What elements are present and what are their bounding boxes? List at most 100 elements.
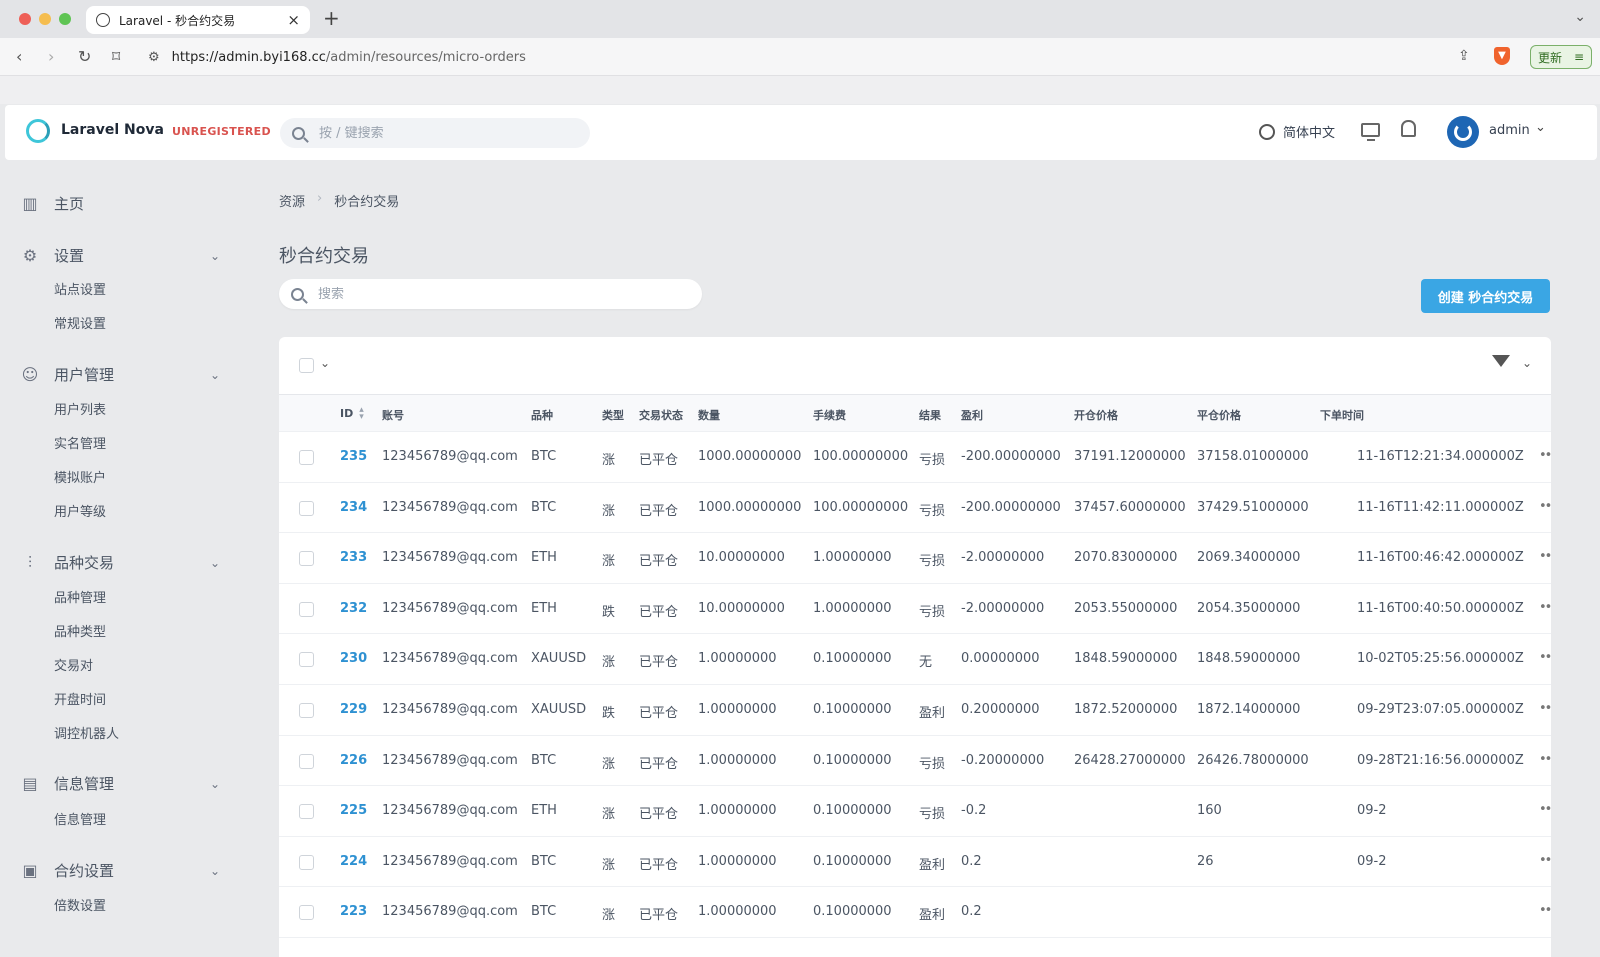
- forward-icon[interactable]: ›: [48, 47, 54, 66]
- row-id[interactable]: 226: [340, 753, 367, 768]
- row-checkbox[interactable]: [299, 601, 314, 617]
- row-checkbox[interactable]: [299, 450, 314, 465]
- sidebar-item-demo-accounts[interactable]: 模拟账户: [54, 467, 106, 486]
- user-avatar[interactable]: [1447, 116, 1479, 148]
- row-actions-icon[interactable]: •••: [1539, 549, 1551, 564]
- bookmark-icon[interactable]: ⌑: [112, 47, 120, 66]
- row-checkbox[interactable]: [299, 905, 314, 921]
- sidebar-item-user-levels[interactable]: 用户等级: [54, 501, 106, 520]
- table-row[interactable]: 230 123456789@qq.com XAUUSD 涨 已平仓 1.00000000 0…: [279, 634, 1551, 685]
- table-row[interactable]: 223 123456789@qq.com BTC 涨 已平仓 1.00000000 0.10…: [279, 887, 1551, 938]
- sidebar-item-site-settings[interactable]: 站点设置: [54, 279, 106, 298]
- share-icon[interactable]: ⇪: [1458, 48, 1470, 64]
- sidebar-item-messages[interactable]: 信息管理: [54, 809, 106, 828]
- url-field[interactable]: ⚙ https://admin.byi168.cc/admin/resource…: [148, 42, 1478, 72]
- table-row[interactable]: 235 123456789@qq.com BTC 涨 已平仓 1000.00000000 1…: [279, 432, 1551, 483]
- close-window-button[interactable]: [19, 13, 31, 25]
- sidebar-group-users[interactable]: ☺ 用户管理 ⌄: [20, 364, 220, 385]
- notifications-bell-icon[interactable]: [1401, 120, 1416, 137]
- filter-icon[interactable]: [1492, 355, 1510, 367]
- row-id[interactable]: 225: [340, 803, 367, 818]
- chevron-down-icon[interactable]: ⌄: [210, 777, 220, 791]
- sidebar-group-trading[interactable]: ⫶ 品种交易 ⌄: [20, 552, 220, 573]
- sidebar-item-trading-pairs[interactable]: 交易对: [54, 655, 93, 674]
- row-id[interactable]: 235: [340, 449, 367, 464]
- brand-name[interactable]: Laravel Nova: [61, 122, 164, 138]
- table-row[interactable]: 226 123456789@qq.com BTC 涨 已平仓 1.00000000 0.10…: [279, 736, 1551, 787]
- back-icon[interactable]: ‹: [16, 47, 22, 66]
- resource-search-input[interactable]: [318, 286, 678, 302]
- tab-list-chevron-icon[interactable]: ⌄: [1574, 9, 1586, 25]
- sidebar-item-robots[interactable]: 调控机器人: [54, 723, 119, 742]
- row-actions-icon[interactable]: •••: [1539, 752, 1551, 767]
- user-menu-chevron-icon[interactable]: ⌄: [1535, 120, 1546, 135]
- sidebar-item-symbol-types[interactable]: 品种类型: [54, 621, 106, 640]
- sidebar-group-contracts[interactable]: ▣ 合约设置 ⌄: [20, 860, 220, 881]
- sidebar-group-messages[interactable]: ▤ 信息管理 ⌄: [20, 773, 220, 794]
- breadcrumb-resources[interactable]: 资源: [279, 191, 305, 210]
- row-actions-icon[interactable]: •••: [1539, 448, 1551, 463]
- brave-shield-icon[interactable]: ▼: [1494, 47, 1510, 65]
- create-order-button[interactable]: 创建 秒合约交易: [1421, 279, 1550, 313]
- row-actions-icon[interactable]: •••: [1539, 600, 1551, 615]
- sidebar-item-opening-hours[interactable]: 开盘时间: [54, 689, 106, 708]
- resource-search[interactable]: [279, 279, 702, 309]
- user-name[interactable]: admin: [1489, 123, 1530, 138]
- row-checkbox[interactable]: [299, 753, 314, 769]
- row-id[interactable]: 233: [340, 550, 367, 565]
- filter-chevron-icon[interactable]: ⌄: [1522, 356, 1532, 370]
- table-row[interactable]: 234 123456789@qq.com BTC 涨 已平仓 1000.00000000 1…: [279, 483, 1551, 534]
- row-checkbox[interactable]: [299, 551, 314, 567]
- theme-monitor-icon[interactable]: [1361, 123, 1380, 141]
- sidebar-item-kyc[interactable]: 实名管理: [54, 433, 106, 452]
- row-id[interactable]: 230: [340, 651, 367, 666]
- row-id[interactable]: 224: [340, 854, 367, 869]
- update-button[interactable]: 更新 ≡: [1530, 45, 1592, 69]
- row-id[interactable]: 234: [340, 500, 367, 515]
- select-all-checkbox[interactable]: [299, 358, 314, 373]
- global-search-input[interactable]: [319, 125, 569, 141]
- new-tab-icon[interactable]: +: [323, 6, 340, 30]
- chevron-down-icon[interactable]: ⌄: [210, 368, 220, 382]
- table-row[interactable]: 232 123456789@qq.com ETH 跌 已平仓 10.00000000 1.0…: [279, 584, 1551, 635]
- row-actions-icon[interactable]: •••: [1539, 701, 1551, 716]
- sort-icon[interactable]: ▴ ▾: [359, 406, 364, 422]
- minimize-window-button[interactable]: [39, 13, 51, 25]
- row-checkbox[interactable]: [299, 804, 314, 820]
- select-menu-chevron-icon[interactable]: ⌄: [320, 356, 330, 370]
- chevron-down-icon[interactable]: ⌄: [210, 556, 220, 570]
- row-actions-icon[interactable]: •••: [1539, 903, 1551, 918]
- row-checkbox[interactable]: [299, 652, 314, 668]
- sidebar-group-settings[interactable]: ⚙ 设置 ⌄: [20, 245, 220, 266]
- sidebar-item-symbols[interactable]: 品种管理: [54, 587, 106, 606]
- col-id[interactable]: ID ▴ ▾: [340, 406, 364, 422]
- sidebar-item-general-settings[interactable]: 常规设置: [54, 313, 106, 332]
- language-switcher[interactable]: 简体中文: [1259, 122, 1335, 141]
- nova-logo-icon[interactable]: [26, 119, 50, 143]
- sidebar-item-user-list[interactable]: 用户列表: [54, 399, 106, 418]
- row-actions-icon[interactable]: •••: [1539, 499, 1551, 514]
- row-actions-icon[interactable]: •••: [1539, 853, 1551, 868]
- close-tab-icon[interactable]: ×: [287, 11, 300, 29]
- maximize-window-button[interactable]: [59, 13, 71, 25]
- table-row[interactable]: 233 123456789@qq.com ETH 涨 已平仓 10.00000000 1.0…: [279, 533, 1551, 584]
- reload-icon[interactable]: ↻: [78, 47, 91, 66]
- sidebar-group-home[interactable]: ▥ 主页: [20, 193, 220, 214]
- site-settings-icon[interactable]: ⚙: [148, 50, 160, 65]
- table-row[interactable]: 229 123456789@qq.com XAUUSD 跌 已平仓 1.00000000 0…: [279, 685, 1551, 736]
- sidebar-item-multiplier[interactable]: 倍数设置: [54, 895, 106, 914]
- row-id[interactable]: 223: [340, 904, 367, 919]
- chevron-down-icon[interactable]: ⌄: [210, 249, 220, 263]
- row-actions-icon[interactable]: •••: [1539, 650, 1551, 665]
- row-id[interactable]: 232: [340, 601, 367, 616]
- row-checkbox[interactable]: [299, 854, 314, 870]
- row-checkbox[interactable]: [299, 500, 314, 516]
- table-row[interactable]: 225 123456789@qq.com ETH 涨 已平仓 1.00000000 0.10…: [279, 786, 1551, 837]
- row-id[interactable]: 229: [340, 702, 367, 717]
- global-search[interactable]: [280, 118, 590, 148]
- browser-tab[interactable]: Laravel - 秒合约交易 ×: [86, 6, 310, 34]
- chevron-down-icon[interactable]: ⌄: [210, 864, 220, 878]
- row-actions-icon[interactable]: •••: [1539, 802, 1551, 817]
- row-checkbox[interactable]: [299, 702, 314, 718]
- table-row[interactable]: 224 123456789@qq.com BTC 涨 已平仓 1.00000000 0.10…: [279, 837, 1551, 888]
